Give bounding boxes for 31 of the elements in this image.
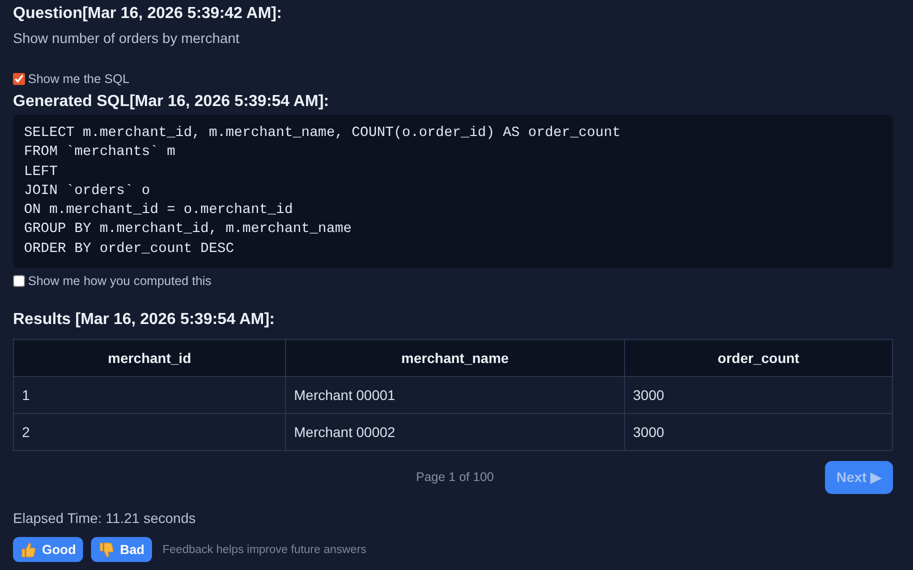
code-line: FROM `merchants` m	[24, 143, 176, 162]
code-line: GROUP BY m.merchant_id, m.merchant_name	[24, 220, 353, 240]
table-cell: 1	[14, 376, 286, 414]
column-header: merchant_name	[286, 340, 624, 377]
table-cell: Merchant 00001	[286, 376, 624, 414]
column-header: order_count	[624, 340, 892, 377]
question-heading: Question[Mar 16, 2026 5:39:42 AM]:	[13, 4, 283, 24]
sql-heading: Generated SQL[Mar 16, 2026 5:39:54 AM]:	[13, 92, 330, 112]
code-line: ON m.merchant_id = o.merchant_id	[24, 201, 294, 220]
thumbs-up-icon	[20, 542, 36, 558]
question-text: Show number of orders by merchant	[13, 30, 240, 46]
code-line: JOIN `orders` o	[24, 182, 152, 201]
elapsed-time: Elapsed Time: 11.21 seconds	[13, 510, 197, 526]
computation-checkbox[interactable]	[13, 275, 25, 288]
checkbox-label: Show me the SQL	[28, 72, 130, 86]
code-line: SELECT m.merchant_id, m.merchant_name, COUNT(o.order_id) AS order_count	[24, 124, 622, 143]
page-indicator: Page 1 of 100	[416, 470, 494, 484]
bad-button[interactable]: Bad	[90, 537, 152, 562]
table-cell: 2	[14, 414, 286, 451]
table-cell: Merchant 00002	[286, 414, 624, 451]
good-button[interactable]: Good	[13, 537, 83, 562]
code-line: LEFT	[24, 162, 59, 182]
feedback-hint: Feedback helps improve future answers	[162, 544, 366, 556]
column-header: merchant_id	[14, 340, 286, 377]
sql-checkbox[interactable]	[13, 73, 25, 85]
checkbox-label: Show me how you computed this	[28, 274, 212, 288]
table-cell: 3000	[624, 376, 892, 414]
table-cell: 3000	[624, 414, 892, 451]
thumbs-down-icon	[98, 542, 114, 558]
code-line: ORDER BY order_count DESC	[24, 240, 236, 259]
results-heading: Results [Mar 16, 2026 5:39:54 AM]:	[13, 310, 276, 330]
